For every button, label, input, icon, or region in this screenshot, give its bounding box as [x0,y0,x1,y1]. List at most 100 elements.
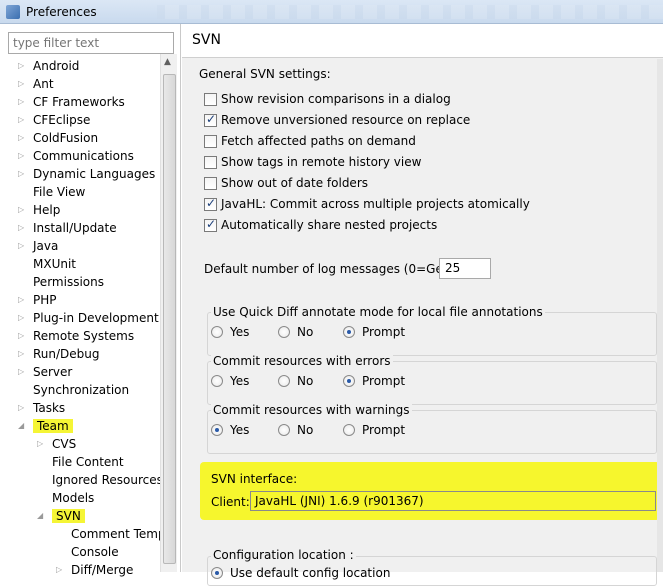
radio-default-config[interactable]: Use default config location [211,566,390,580]
quick-diff-group-title: Use Quick Diff annotate mode for local f… [211,305,545,319]
tree-item-mxunit[interactable]: MXUnit [20,255,76,273]
radio-quick-diff-no[interactable]: No [278,325,313,339]
preferences-tree-panel: ▷Android ▷Ant ▷CF Frameworks ▷CFEclipse … [0,24,181,577]
scroll-up-arrow-icon[interactable]: ▲ [164,57,171,67]
client-label: Client: [211,495,250,509]
page-scrollbar[interactable] [657,59,663,572]
collapse-arrow-icon[interactable]: ◢ [37,507,47,525]
radio-quick-diff-prompt[interactable]: Prompt [343,325,405,339]
radio-dot[interactable] [278,375,290,387]
log-messages-label: Default number of log messages (0=Get Al… [204,262,471,276]
page-title: SVN [182,24,663,58]
radio-warnings-prompt[interactable]: Prompt [343,423,405,437]
checkbox-box[interactable] [204,134,217,148]
radio-dot[interactable] [211,567,223,579]
radio-dot[interactable] [278,424,290,436]
checkbox-box[interactable] [204,92,217,106]
expand-arrow-icon[interactable]: ▷ [18,219,28,237]
expand-arrow-icon[interactable]: ▷ [18,75,28,93]
tree-scrollbar[interactable]: ▲ [160,54,177,572]
tree-item-server[interactable]: ▷ Server [18,363,72,381]
client-select[interactable]: JavaHL (JNI) 1.6.9 (r901367) [250,491,656,511]
checkbox-box[interactable] [204,112,217,127]
expand-arrow-icon[interactable]: ▷ [18,93,28,111]
checkbox-share-nested-projects[interactable]: Automatically share nested projects [204,217,437,232]
tree-item-cfeclipse[interactable]: ▷ CFEclipse [18,111,90,129]
expand-arrow-icon[interactable]: ▷ [37,435,47,453]
checkbox-fetch-affected-paths[interactable]: Fetch affected paths on demand [204,134,416,148]
checkbox-javahl-commit-atomic[interactable]: JavaHL: Commit across multiple projects … [204,196,530,211]
tree-item-console[interactable]: Console [58,543,119,561]
expand-arrow-icon[interactable]: ▷ [18,327,28,345]
tree-item-run-debug[interactable]: ▷ Run/Debug [18,345,100,363]
checkbox-box[interactable] [204,196,217,211]
collapse-arrow-icon[interactable]: ◢ [18,417,28,435]
tree-item-install-update[interactable]: ▷ Install/Update [18,219,117,237]
expand-arrow-icon[interactable]: ▷ [18,399,28,417]
tree-item-synchronization[interactable]: Synchronization [20,381,129,399]
filter-input[interactable] [8,32,174,54]
tree-item-ignored-resources[interactable]: Ignored Resources [39,471,163,489]
tree-item-cf-frameworks[interactable]: ▷ CF Frameworks [18,93,125,111]
radio-errors-yes[interactable]: Yes [211,374,249,388]
radio-dot[interactable] [211,375,223,387]
expand-arrow-icon[interactable]: ▷ [18,57,28,75]
tree-item-comment-templates[interactable]: Comment Temp [58,525,166,543]
expand-arrow-icon[interactable]: ▷ [18,345,28,363]
radio-dot[interactable] [343,424,355,436]
expand-arrow-icon[interactable]: ▷ [18,165,28,183]
expand-arrow-icon[interactable]: ▷ [56,561,66,579]
radio-dot[interactable] [343,326,355,338]
tree-item-php[interactable]: ▷ PHP [18,291,57,309]
radio-warnings-yes[interactable]: Yes [211,423,249,437]
checkbox-box[interactable] [204,217,217,232]
tree-item-help[interactable]: ▷ Help [18,201,60,219]
tree-item-file-view[interactable]: File View [20,183,85,201]
scrollbar-thumb[interactable] [163,74,176,564]
radio-errors-no[interactable]: No [278,374,313,388]
checkbox-remove-unversioned[interactable]: Remove unversioned resource on replace [204,112,470,127]
tree-item-diff-merge[interactable]: ▷ Diff/Merge [56,561,133,579]
tree-item-team[interactable]: ◢ Team [18,417,73,435]
commit-warnings-group-title: Commit resources with warnings [211,403,412,417]
radio-quick-diff-yes[interactable]: Yes [211,325,249,339]
svn-interface-title: SVN interface: [211,472,298,486]
tree-item-coldfusion[interactable]: ▷ ColdFusion [18,129,98,147]
tree-item-ant[interactable]: ▷ Ant [18,75,54,93]
checkbox-show-revision-comparisons[interactable]: Show revision comparisons in a dialog [204,92,451,106]
expand-arrow-icon[interactable]: ▷ [18,111,28,129]
tree-item-permissions[interactable]: Permissions [20,273,104,291]
tree-item-file-content[interactable]: File Content [39,453,124,471]
tree-item-remote-systems[interactable]: ▷ Remote Systems [18,327,134,345]
radio-dot[interactable] [278,326,290,338]
title-bar-reflection [156,4,663,19]
commit-errors-group-title: Commit resources with errors [211,354,393,368]
tree-item-models[interactable]: Models [39,489,94,507]
tree-item-svn[interactable]: ◢ SVN [37,507,85,525]
tree-item-communications[interactable]: ▷ Communications [18,147,134,165]
radio-dot[interactable] [343,375,355,387]
log-messages-input[interactable]: 25 [439,258,491,279]
tree-item-dynamic-languages[interactable]: ▷ Dynamic Languages [18,165,155,183]
checkbox-show-out-of-date[interactable]: Show out of date folders [204,176,368,190]
expand-arrow-icon[interactable]: ▷ [18,129,28,147]
expand-arrow-icon[interactable]: ▷ [18,291,28,309]
expand-arrow-icon[interactable]: ▷ [18,309,28,327]
radio-dot[interactable] [211,424,223,436]
checkbox-box[interactable] [204,176,217,190]
tree-item-tasks[interactable]: ▷ Tasks [18,399,65,417]
expand-arrow-icon[interactable]: ▷ [18,237,28,255]
tree-item-plugin-development[interactable]: ▷ Plug-in Development [18,309,159,327]
tree-item-java[interactable]: ▷ Java [18,237,58,255]
radio-dot[interactable] [211,326,223,338]
expand-arrow-icon[interactable]: ▷ [18,147,28,165]
page-content: General SVN settings: Show revision comp… [182,59,663,586]
tree-item-cvs[interactable]: ▷ CVS [37,435,76,453]
checkbox-show-tags[interactable]: Show tags in remote history view [204,155,421,169]
checkbox-box[interactable] [204,155,217,169]
radio-errors-prompt[interactable]: Prompt [343,374,405,388]
expand-arrow-icon[interactable]: ▷ [18,363,28,381]
radio-warnings-no[interactable]: No [278,423,313,437]
expand-arrow-icon[interactable]: ▷ [18,201,28,219]
tree-item-android[interactable]: ▷ Android [18,57,79,75]
